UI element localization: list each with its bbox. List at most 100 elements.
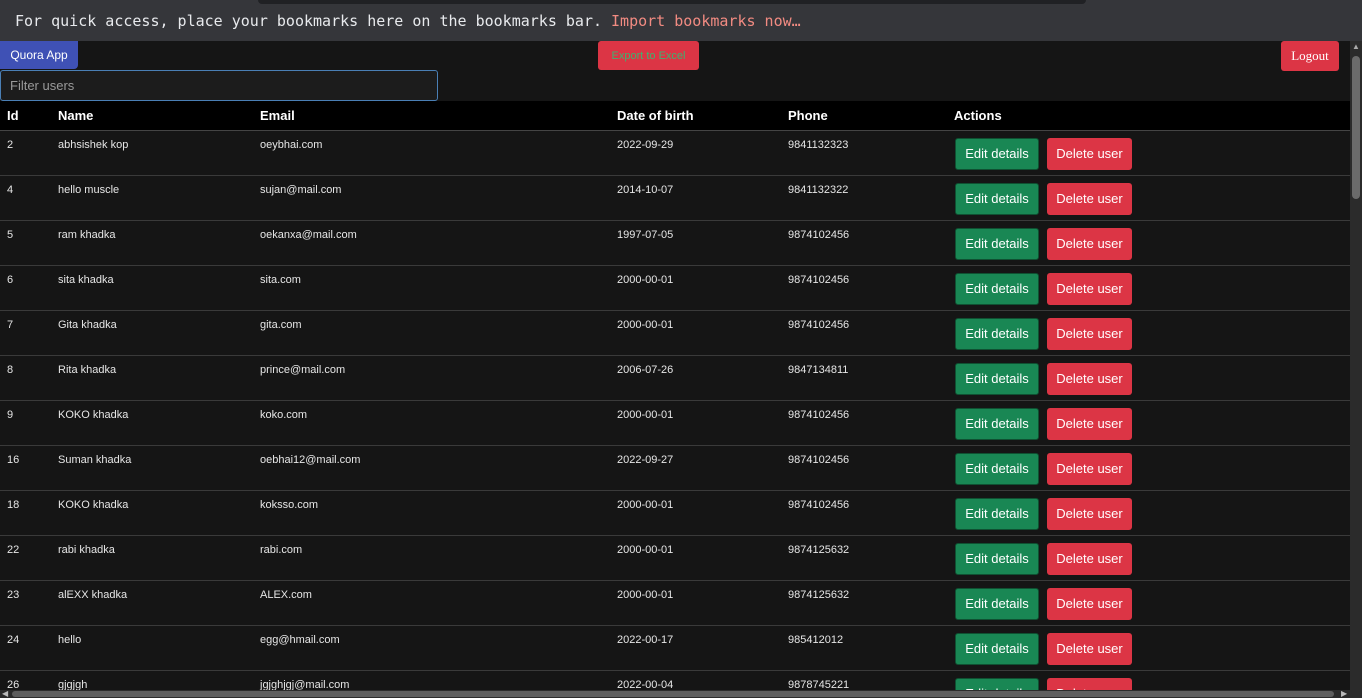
edit-details-button[interactable]: Edit details <box>955 452 1039 485</box>
tab-strip-edge <box>258 0 1086 4</box>
delete-user-button[interactable]: Delete user <box>1047 542 1132 575</box>
column-header-phone: Phone <box>781 101 947 131</box>
cell-actions: Edit detailsDelete user <box>947 625 1350 671</box>
table-row: 18 KOKO khadka koksso.com 2000-00-01 9874102… <box>0 490 1350 536</box>
cell-phone: 9841132322 <box>781 175 947 221</box>
delete-user-button[interactable]: Delete user <box>1047 362 1132 395</box>
delete-user-button[interactable]: Delete user <box>1047 137 1132 170</box>
horizontal-scrollbar-thumb[interactable] <box>12 691 1334 697</box>
edit-details-button[interactable]: Edit details <box>955 317 1039 350</box>
export-excel-button[interactable]: Export to Excel <box>598 41 699 70</box>
cell-phone: 985412012 <box>781 625 947 671</box>
cell-email: egg@hmail.com <box>253 625 610 671</box>
cell-id: 2 <box>0 130 51 176</box>
delete-user-button[interactable]: Delete user <box>1047 317 1132 350</box>
cell-id: 7 <box>0 310 51 356</box>
edit-details-button[interactable]: Edit details <box>955 587 1039 620</box>
scroll-up-arrow-icon[interactable]: ▲ <box>1352 43 1360 51</box>
cell-email: rabi.com <box>253 535 610 581</box>
table-row: 26 gjgjgh jgjghjgj@mail.com 2022-00-04 98787… <box>0 670 1350 690</box>
delete-user-button[interactable]: Delete user <box>1047 227 1132 260</box>
brand-button[interactable]: Quora App <box>0 41 78 69</box>
scroll-right-arrow-icon[interactable]: ▶ <box>1341 689 1347 698</box>
edit-details-button[interactable]: Edit details <box>955 137 1039 170</box>
column-header-actions: Actions <box>947 101 1350 131</box>
cell-name: abhsishek kop <box>51 130 253 176</box>
cell-phone: 9874102456 <box>781 310 947 356</box>
vertical-scrollbar[interactable]: ▲ <box>1350 41 1362 690</box>
table-row: 4 hello muscle sujan@mail.com 2014-10-07 984… <box>0 175 1350 221</box>
cell-id: 23 <box>0 580 51 626</box>
cell-id: 22 <box>0 535 51 581</box>
cell-actions: Edit details Delete user <box>947 670 1350 690</box>
users-table-body: 2 abhsishek kop oeybhai.com 2022-09-29 98411… <box>0 130 1350 690</box>
table-header-row: Id Name Email Date of birth Phone Action… <box>0 101 1350 131</box>
cell-email: oebhai12@mail.com <box>253 445 610 491</box>
cell-phone: 9874102456 <box>781 490 947 536</box>
cell-dob: 2022-09-29 <box>610 130 781 176</box>
bookmarks-message-text: For quick access, place your bookmarks h… <box>15 12 602 30</box>
cell-id: 16 <box>0 445 51 491</box>
edit-details-button[interactable]: Edit details <box>955 407 1039 440</box>
column-header-id: Id <box>0 101 51 131</box>
cell-phone: 9874102456 <box>781 265 947 311</box>
cell-phone: 9874102456 <box>781 400 947 446</box>
cell-dob: 1997-07-05 <box>610 220 781 266</box>
cell-phone: 9874125632 <box>781 580 947 626</box>
delete-user-button[interactable]: Delete user <box>1047 452 1132 485</box>
delete-user-button[interactable]: Delete user <box>1047 677 1132 690</box>
cell-name: sita khadka <box>51 265 253 311</box>
cell-name: hello <box>51 625 253 671</box>
cell-dob: 2000-00-01 <box>610 400 781 446</box>
edit-details-button[interactable]: Edit details <box>955 677 1039 690</box>
column-header-dob: Date of birth <box>610 101 781 131</box>
edit-details-button[interactable]: Edit details <box>955 272 1039 305</box>
cell-email: ALEX.com <box>253 580 610 626</box>
delete-user-button[interactable]: Delete user <box>1047 272 1132 305</box>
edit-details-button[interactable]: Edit details <box>955 632 1039 665</box>
delete-user-button[interactable]: Delete user <box>1047 632 1132 665</box>
table-row: 23 alEXX khadka ALEX.com 2000-00-01 98741256… <box>0 580 1350 626</box>
import-bookmarks-link[interactable]: Import bookmarks now… <box>611 12 801 30</box>
scroll-left-arrow-icon[interactable]: ◀ <box>2 689 8 698</box>
cell-id: 9 <box>0 400 51 446</box>
edit-details-button[interactable]: Edit details <box>955 182 1039 215</box>
logout-button[interactable]: Logout <box>1281 41 1339 71</box>
cell-id: 4 <box>0 175 51 221</box>
horizontal-scrollbar[interactable]: ◀ ▶ <box>0 689 1350 698</box>
cell-actions: Edit detailsDelete user <box>947 130 1350 176</box>
delete-user-button[interactable]: Delete user <box>1047 182 1132 215</box>
cell-name: ram khadka <box>51 220 253 266</box>
edit-details-button[interactable]: Edit details <box>955 497 1039 530</box>
cell-email: koksso.com <box>253 490 610 536</box>
vertical-scrollbar-thumb[interactable] <box>1352 56 1360 199</box>
cell-dob: 2022-00-17 <box>610 625 781 671</box>
cell-email: gita.com <box>253 310 610 356</box>
cell-actions: Edit detailsDelete user <box>947 175 1350 221</box>
delete-user-button[interactable]: Delete user <box>1047 497 1132 530</box>
cell-dob: 2022-00-04 <box>610 670 781 690</box>
cell-phone: 9874125632 <box>781 535 947 581</box>
cell-actions: Edit detailsDelete user <box>947 535 1350 581</box>
cell-phone: 9874102456 <box>781 220 947 266</box>
table-row: 7 Gita khadka gita.com 2000-00-01 9874102456… <box>0 310 1350 356</box>
bookmarks-message: For quick access, place your bookmarks h… <box>15 12 801 30</box>
edit-details-button[interactable]: Edit details <box>955 227 1039 260</box>
cell-id: 6 <box>0 265 51 311</box>
cell-email: prince@mail.com <box>253 355 610 401</box>
edit-details-button[interactable]: Edit details <box>955 542 1039 575</box>
cell-phone: 9847134811 <box>781 355 947 401</box>
edit-details-button[interactable]: Edit details <box>955 362 1039 395</box>
cell-id: 24 <box>0 625 51 671</box>
delete-user-button[interactable]: Delete user <box>1047 587 1132 620</box>
cell-name: gjgjgh <box>51 670 253 690</box>
cell-phone: 9841132323 <box>781 130 947 176</box>
table-row: 6 sita khadka sita.com 2000-00-01 9874102456… <box>0 265 1350 311</box>
table-row: 22 rabi khadka rabi.com 2000-00-01 987412563… <box>0 535 1350 581</box>
cell-actions: Edit detailsDelete user <box>947 580 1350 626</box>
cell-name: KOKO khadka <box>51 400 253 446</box>
filter-users-input[interactable] <box>0 70 438 101</box>
cell-email: oekanxa@mail.com <box>253 220 610 266</box>
column-header-email: Email <box>253 101 610 131</box>
delete-user-button[interactable]: Delete user <box>1047 407 1132 440</box>
